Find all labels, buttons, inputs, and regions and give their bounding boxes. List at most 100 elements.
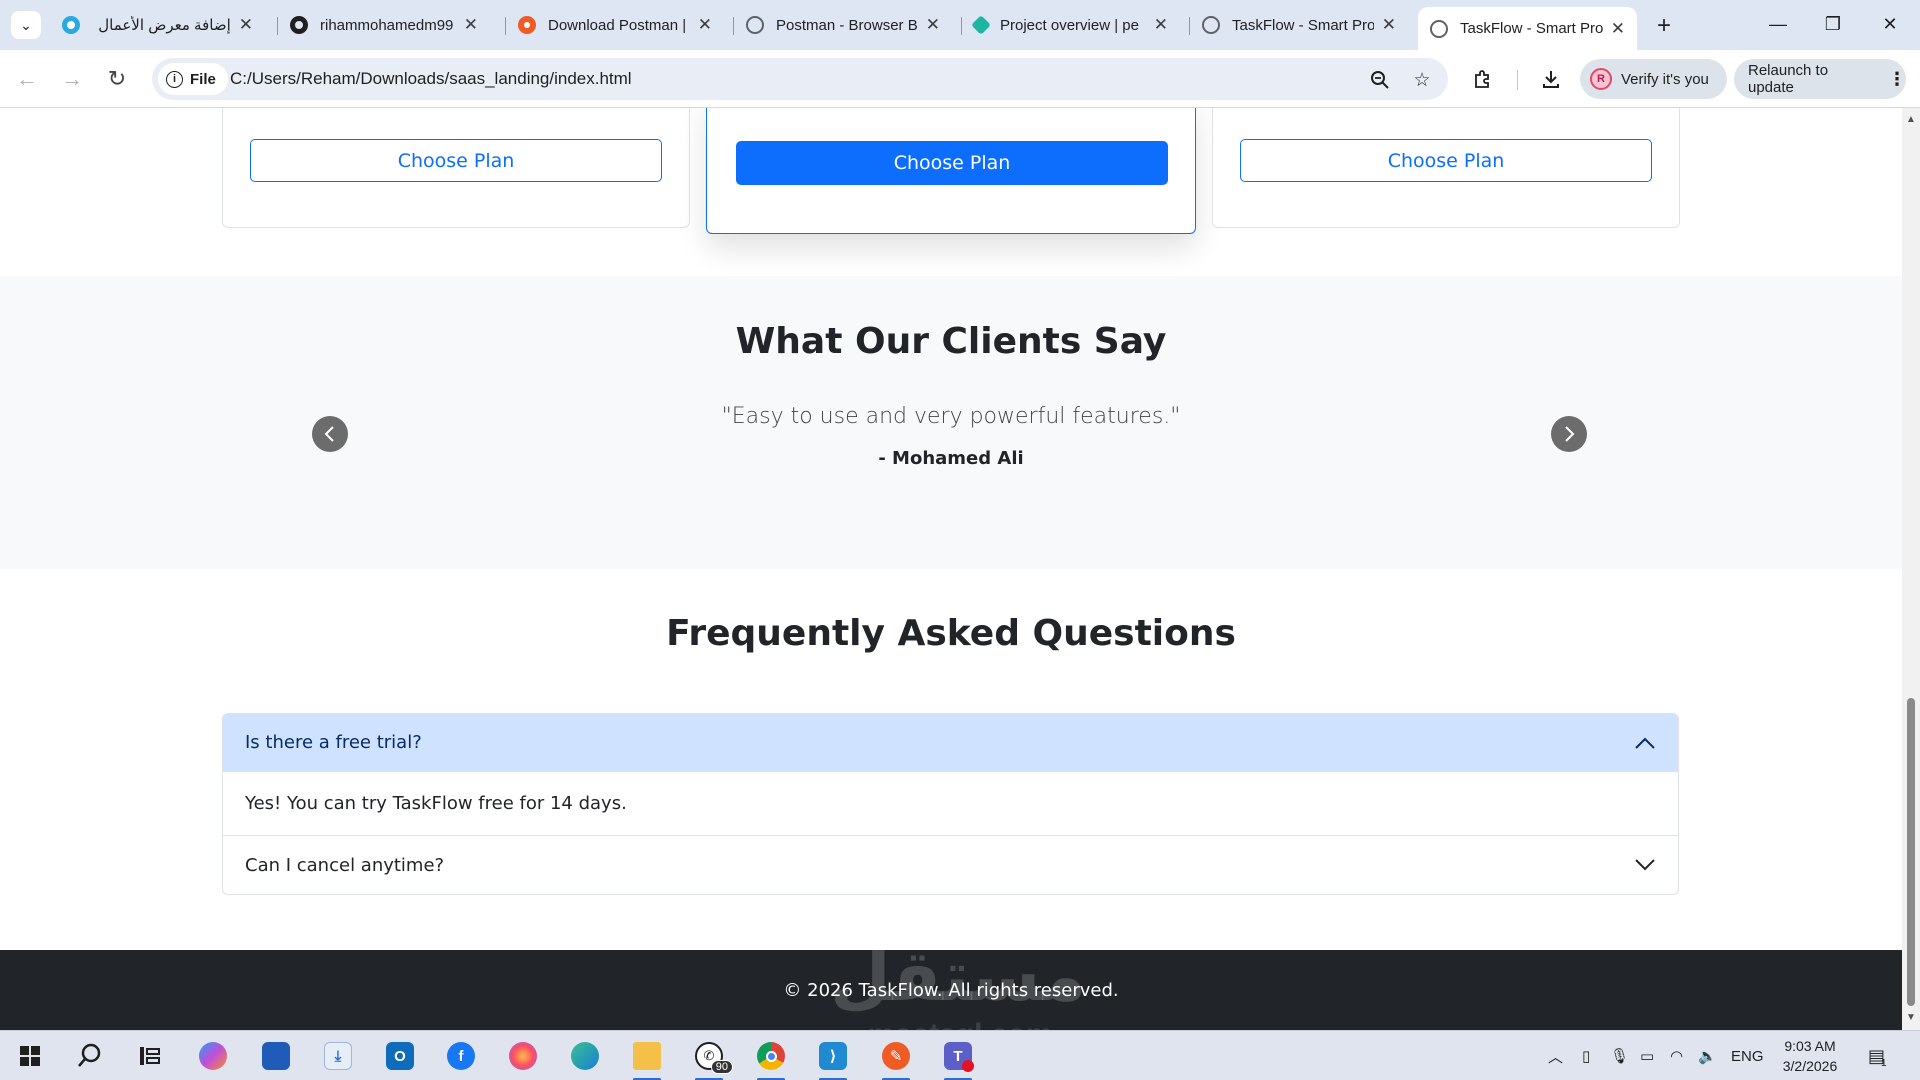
more-menu-icon[interactable]: ⋮ bbox=[1888, 69, 1906, 90]
zoom-icon[interactable] bbox=[1368, 68, 1392, 92]
restore-button[interactable]: ❐ bbox=[1813, 8, 1853, 40]
minimize-button[interactable]: — bbox=[1758, 8, 1798, 40]
forward-button[interactable]: → bbox=[55, 62, 89, 96]
choose-plan-button[interactable]: Choose Plan bbox=[1240, 139, 1652, 182]
back-button[interactable]: ← bbox=[10, 62, 44, 96]
outlook-icon: O bbox=[386, 1042, 414, 1070]
address-bar[interactable]: i File C:/Users/Reham/Downloads/saas_lan… bbox=[152, 58, 1448, 100]
choose-plan-button[interactable]: Choose Plan bbox=[250, 139, 662, 182]
chevron-up-icon: ︿ bbox=[1548, 1048, 1564, 1066]
tab-search-button[interactable]: ⌄ bbox=[11, 11, 41, 39]
scrollbar-thumb[interactable] bbox=[1907, 698, 1915, 1006]
chrome-icon bbox=[757, 1042, 785, 1070]
browser-tab[interactable]: إضافة معرض الأعمال ✕ bbox=[50, 7, 265, 43]
taskbar-app-installer[interactable]: ⤓ bbox=[318, 1037, 358, 1075]
chevron-down-icon: ⌄ bbox=[20, 16, 32, 33]
browser-tab[interactable]: rihammohamedm99 ✕ bbox=[278, 7, 490, 43]
close-tab-icon[interactable]: ✕ bbox=[1154, 15, 1168, 35]
start-button[interactable] bbox=[10, 1037, 50, 1075]
installer-icon: ⤓ bbox=[324, 1042, 352, 1070]
page-viewport: Choose Plan Choose Plan Choose Plan What… bbox=[0, 108, 1902, 1030]
taskbar-app-postman[interactable]: ✎ bbox=[876, 1037, 916, 1080]
browser-tab-active[interactable]: TaskFlow - Smart Pro ✕ bbox=[1418, 7, 1637, 50]
task-view-icon bbox=[140, 1047, 160, 1065]
taskbar-app-chrome[interactable] bbox=[751, 1037, 791, 1080]
minimize-icon: — bbox=[1769, 13, 1787, 34]
taskbar-app-firefox[interactable] bbox=[503, 1037, 543, 1075]
page-scrollbar[interactable]: ▲ ▼ bbox=[1902, 108, 1920, 1030]
faq-title: Frequently Asked Questions bbox=[666, 613, 1236, 654]
close-tab-icon[interactable]: ✕ bbox=[464, 15, 478, 35]
testimonials-section: What Our Clients Say "Easy to use and ve… bbox=[0, 276, 1902, 569]
scroll-down-arrow-icon[interactable]: ▼ bbox=[1906, 1012, 1916, 1023]
carousel-next-button[interactable] bbox=[1551, 416, 1587, 452]
browser-tab[interactable]: Postman - Browser B ✕ bbox=[734, 7, 952, 43]
windows-taskbar: ⤓ O f ✆ 90 ⟩ ✎ T ︿ ▯ 🎙 ▭ ◠ 🔈 ENG 9:03 AM… bbox=[0, 1030, 1920, 1080]
volume-icon[interactable]: 🔈 bbox=[1698, 1031, 1717, 1080]
close-tab-icon[interactable]: ✕ bbox=[698, 15, 712, 35]
task-view-button[interactable] bbox=[130, 1037, 170, 1075]
new-tab-button[interactable]: + bbox=[1650, 12, 1678, 40]
taskbar-app-copilot[interactable] bbox=[193, 1037, 233, 1075]
facebook-icon: f bbox=[447, 1042, 475, 1070]
page-footer: © 2026 TaskFlow. All rights reserved. bbox=[0, 950, 1902, 1030]
search-icon bbox=[78, 1043, 101, 1067]
taskbar-app-store[interactable] bbox=[256, 1037, 296, 1075]
faq-question-cancel[interactable]: Can I cancel anytime? bbox=[223, 836, 1678, 894]
extensions-icon[interactable] bbox=[1468, 64, 1498, 94]
url-text[interactable]: C:/Users/Reham/Downloads/saas_landing/in… bbox=[230, 69, 632, 89]
windows-logo-icon bbox=[20, 1046, 40, 1066]
close-window-button[interactable]: ✕ bbox=[1870, 8, 1910, 40]
globe-icon bbox=[746, 16, 764, 34]
github-icon bbox=[290, 16, 308, 34]
pricing-card-enterprise: Choose Plan bbox=[1212, 108, 1680, 228]
close-tab-icon[interactable]: ✕ bbox=[239, 15, 253, 35]
close-tab-icon[interactable]: ✕ bbox=[1611, 19, 1625, 39]
battery-icon[interactable]: ▭ bbox=[1640, 1031, 1654, 1080]
arrow-left-icon: ← bbox=[16, 66, 38, 91]
copilot-icon bbox=[199, 1042, 227, 1070]
taskbar-app-teams[interactable]: T bbox=[938, 1037, 978, 1080]
search-button[interactable] bbox=[70, 1037, 110, 1075]
teams-status-dot bbox=[962, 1060, 974, 1072]
folder-icon bbox=[633, 1042, 661, 1070]
close-tab-icon[interactable]: ✕ bbox=[926, 15, 940, 35]
taskbar-app-edge[interactable] bbox=[565, 1037, 605, 1075]
wifi-icon[interactable]: ◠ bbox=[1670, 1031, 1683, 1080]
taskbar-app-file-explorer[interactable] bbox=[627, 1037, 667, 1080]
taskbar-app-facebook[interactable]: f bbox=[441, 1037, 481, 1075]
close-tab-icon[interactable]: ✕ bbox=[1382, 15, 1396, 35]
chevron-left-icon bbox=[324, 426, 334, 442]
browser-tab[interactable]: TaskFlow - Smart Pro ✕ bbox=[1190, 7, 1408, 43]
postman-icon: ✎ bbox=[882, 1042, 910, 1070]
scroll-up-arrow-icon[interactable]: ▲ bbox=[1906, 114, 1916, 125]
taskbar-app-outlook[interactable]: O bbox=[380, 1037, 420, 1075]
show-hidden-icons-button[interactable]: ︿ bbox=[1548, 1031, 1563, 1080]
verify-identity-button[interactable]: R Verify it's you bbox=[1580, 59, 1727, 99]
choose-plan-button[interactable]: Choose Plan bbox=[736, 141, 1168, 185]
browser-tab[interactable]: Project overview | pe ✕ bbox=[962, 7, 1180, 43]
faq-question-free-trial[interactable]: Is there a free trial? bbox=[223, 714, 1678, 772]
relaunch-button[interactable]: Relaunch to update ⋮ bbox=[1734, 59, 1906, 99]
reload-button[interactable]: ↻ bbox=[100, 62, 134, 96]
portfolio-favicon-icon bbox=[62, 16, 80, 34]
system-clock[interactable]: 9:03 AM 3/2/2026 bbox=[1770, 1036, 1850, 1076]
bookmark-star-icon[interactable]: ☆ bbox=[1410, 68, 1434, 92]
notification-center-button[interactable]: ▤ 1 bbox=[1868, 1031, 1887, 1080]
taskbar-app-whatsapp[interactable]: ✆ 90 bbox=[689, 1037, 733, 1080]
site-info-chip[interactable]: i File bbox=[158, 63, 228, 95]
globe-icon bbox=[1202, 16, 1220, 34]
arrow-right-icon: → bbox=[61, 66, 83, 91]
testimonial-quote: "Easy to use and very powerful features.… bbox=[721, 404, 1181, 429]
info-icon: i bbox=[166, 70, 183, 88]
carousel-prev-button[interactable] bbox=[312, 416, 348, 452]
reload-icon: ↻ bbox=[107, 66, 127, 91]
restore-icon: ❐ bbox=[1824, 13, 1842, 34]
browser-tab[interactable]: Download Postman | ✕ bbox=[506, 7, 724, 43]
device-icon[interactable]: ▯ bbox=[1582, 1031, 1590, 1080]
taskbar-app-vscode[interactable]: ⟩ bbox=[813, 1037, 853, 1080]
language-indicator[interactable]: ENG bbox=[1731, 1031, 1764, 1080]
download-icon[interactable] bbox=[1536, 64, 1566, 94]
microphone-icon[interactable]: 🎙 bbox=[1610, 1031, 1629, 1080]
faq-answer-free-trial: Yes! You can try TaskFlow free for 14 da… bbox=[223, 772, 1678, 836]
